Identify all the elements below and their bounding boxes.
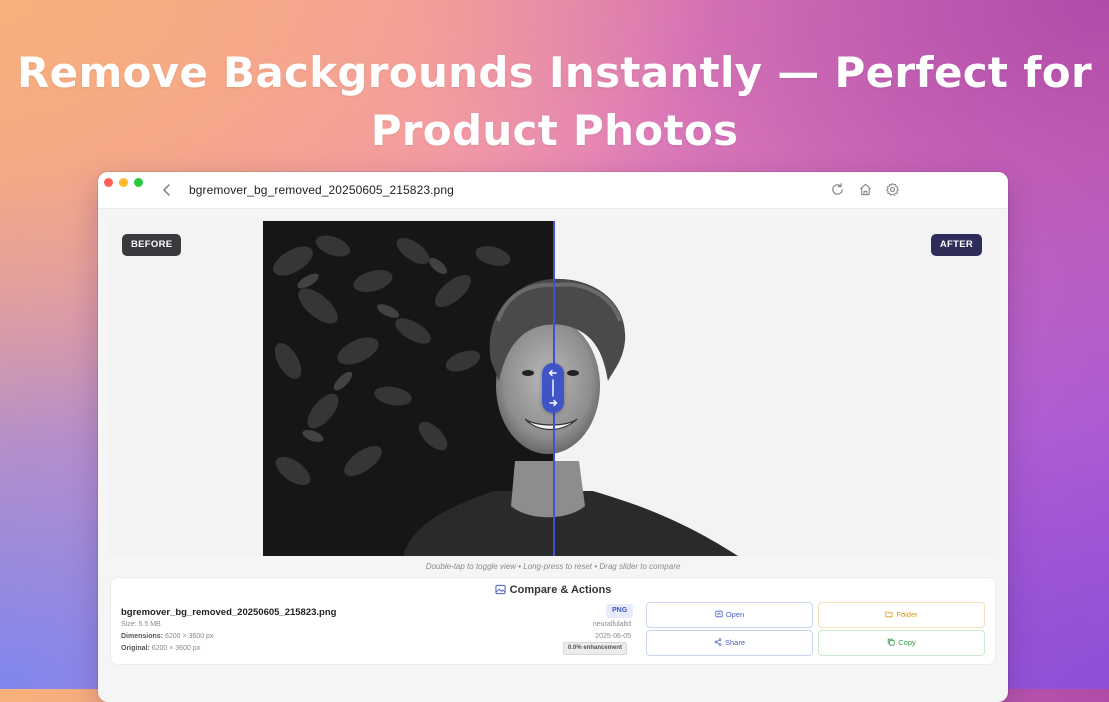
open-label: Open [725, 610, 745, 619]
gear-icon[interactable] [885, 182, 900, 197]
image-compare-icon [495, 584, 506, 595]
folder-icon [885, 611, 893, 618]
format-badge: PNG [606, 604, 634, 618]
copy-button[interactable]: Copy [818, 630, 985, 656]
headline-line-1: Remove Backgrounds Instantly — Perfect f… [17, 48, 1092, 97]
drag-arrows-icon [548, 369, 558, 407]
enhancement-badge: 0.0% enhancement [563, 642, 628, 655]
size-value: 5.5 MB [138, 621, 161, 628]
dimensions-row: Dimensions: 6200 × 3600 px [121, 633, 213, 640]
folder-button[interactable]: Folder [818, 602, 985, 628]
share-icon [714, 638, 722, 646]
comparison-photo [263, 221, 738, 556]
title-bar: bgremover_bg_removed_20250605_215823.png [98, 172, 1008, 209]
comparison-viewer[interactable]: BEFORE AFTER [108, 218, 998, 556]
hero-headline: Remove Backgrounds Instantly — Perfect f… [0, 44, 1109, 160]
date-text: 2025-06-05 [595, 633, 631, 640]
original-label: Original: [121, 645, 150, 652]
gesture-hint: Double-tap to toggle view • Long-press t… [425, 562, 681, 571]
original-row: Original: 6200 × 3600 px [121, 645, 200, 652]
copy-label: Copy [898, 638, 916, 647]
before-badge: BEFORE [122, 234, 182, 256]
dimensions-label: Dimensions: [121, 633, 164, 640]
home-icon[interactable] [858, 182, 873, 197]
share-button[interactable]: Share [646, 630, 813, 656]
app-window: bgremover_bg_removed_20250605_215823.png… [98, 172, 1008, 702]
size-row: Size: 5.5 MB [121, 621, 161, 628]
copy-icon [888, 638, 895, 646]
close-window-button[interactable] [104, 178, 113, 187]
size-label: Size: [121, 621, 137, 628]
compare-actions-panel: Compare & Actions bgremover_bg_removed_2… [110, 577, 996, 665]
after-badge: AFTER [930, 234, 982, 256]
original-value: 6200 × 3600 px [151, 645, 201, 652]
share-label: Share [724, 638, 745, 647]
folder-label: Folder [896, 610, 918, 619]
author-text: neuralfulaltd [592, 621, 631, 628]
headline-line-2: Product Photos [370, 106, 739, 155]
minimize-window-button[interactable] [119, 178, 128, 187]
window-title: bgremover_bg_removed_20250605_215823.png [189, 183, 454, 197]
slider-handle[interactable] [542, 363, 564, 413]
panel-title: Compare & Actions [509, 584, 612, 596]
file-name: bgremover_bg_removed_20250605_215823.png [121, 607, 337, 618]
zoom-window-button[interactable] [134, 178, 143, 187]
dimensions-value: 6200 × 3600 px [164, 633, 214, 640]
open-icon [715, 610, 723, 618]
back-chevron-icon[interactable] [160, 183, 174, 197]
refresh-icon[interactable] [830, 182, 845, 197]
open-button[interactable]: Open [646, 602, 813, 628]
panel-header: Compare & Actions [111, 584, 995, 596]
